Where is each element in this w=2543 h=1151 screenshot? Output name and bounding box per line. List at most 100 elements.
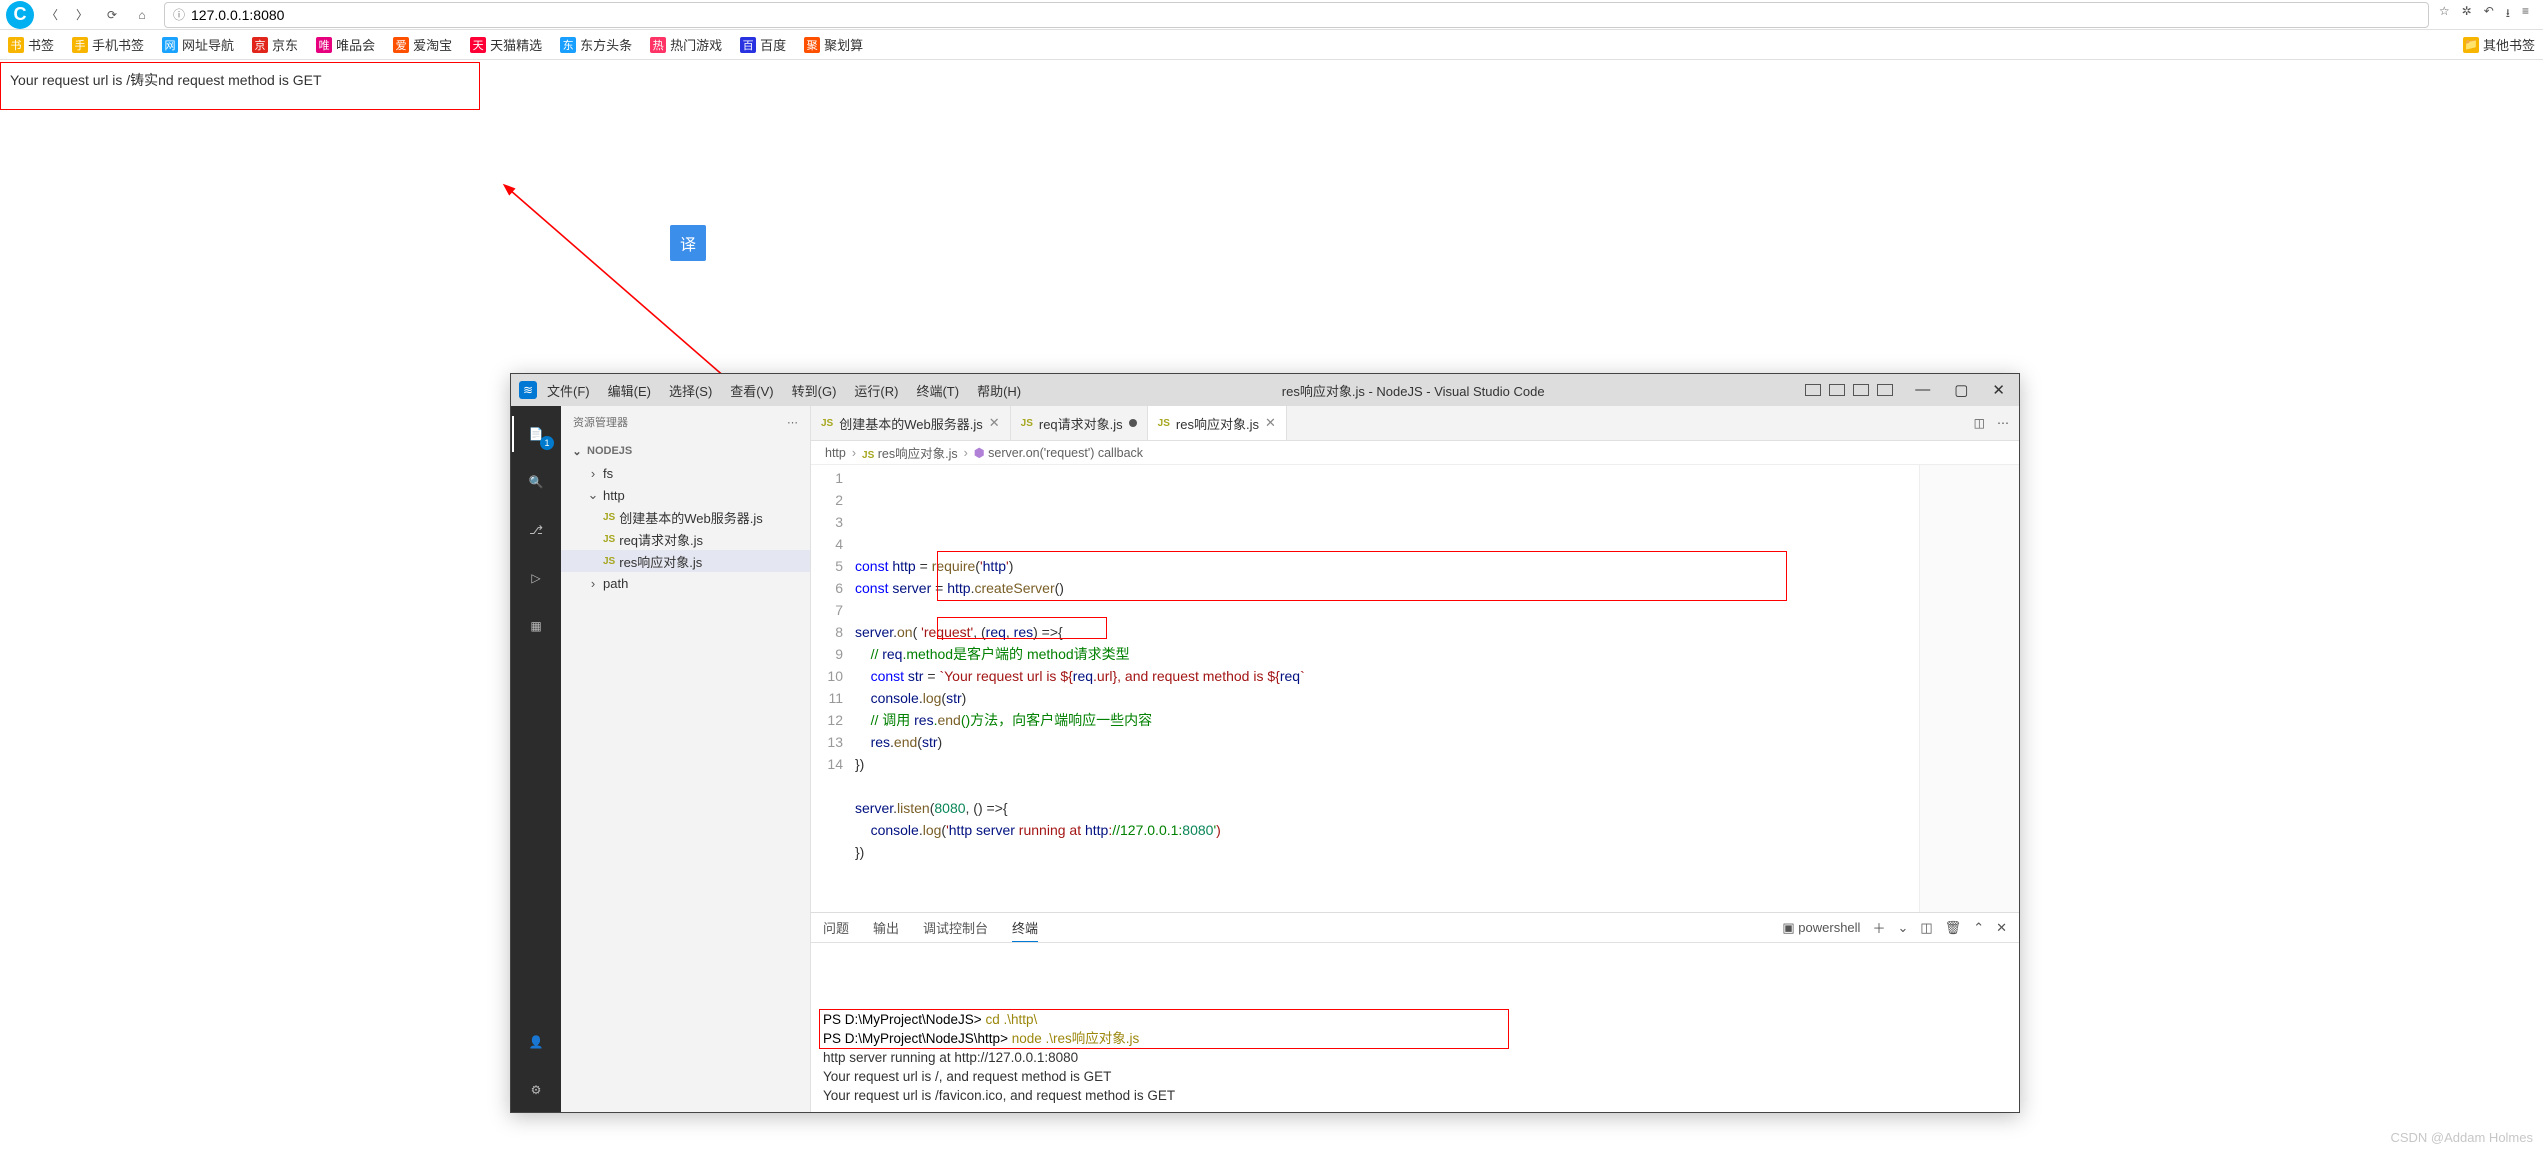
menu-item[interactable]: 帮助(H) (977, 381, 1021, 400)
code-lines[interactable]: const http = require('http')const server… (855, 465, 1919, 912)
source-control-icon[interactable]: ⎇ (512, 508, 560, 552)
settings-gear-icon[interactable]: ⚙ (512, 1068, 560, 1112)
chevron-down-icon[interactable]: ⌄ (1897, 920, 1908, 936)
menu-icon[interactable]: ≡ (2522, 4, 2529, 25)
minimize-button[interactable]: — (1909, 381, 1936, 399)
terminal-line: http server running at http://127.0.0.1:… (823, 1048, 2007, 1067)
toggle-panel-right-icon[interactable] (1853, 384, 1869, 396)
tree-root[interactable]: ⌄NODEJS (561, 440, 810, 462)
panel-tab[interactable]: 调试控制台 (923, 914, 988, 941)
maximize-button[interactable]: ▢ (1948, 381, 1974, 399)
bookmark-label: 天猫精选 (490, 35, 542, 54)
back-button[interactable]: 〈 (40, 3, 64, 27)
url-bar[interactable]: ⓘ (164, 2, 2429, 28)
shell-selector[interactable]: ▣ powershell (1782, 920, 1860, 936)
bookmark-item[interactable]: 热热门游戏 (650, 35, 722, 54)
code-line[interactable]: // 调用 res.end()方法，向客户端响应一些内容 (855, 709, 1919, 731)
tree-folder[interactable]: ›fs (561, 462, 810, 484)
bookmark-item[interactable]: 京京东 (252, 35, 298, 54)
split-editor-icon[interactable]: ◫ (1974, 416, 1985, 430)
toggle-panel-bottom-icon[interactable] (1829, 384, 1845, 396)
toggle-panel-left-icon[interactable] (1805, 384, 1821, 396)
translate-button[interactable]: 译 (670, 225, 706, 261)
bookmark-item[interactable]: 爱爱淘宝 (393, 35, 452, 54)
menu-item[interactable]: 查看(V) (730, 381, 773, 400)
more-icon[interactable]: ⋯ (787, 416, 798, 429)
reload-button[interactable]: ⟳ (100, 3, 124, 27)
bookmark-item[interactable]: 百百度 (740, 35, 786, 54)
code-line[interactable]: const str = `Your request url is ${req.u… (855, 665, 1919, 687)
panel-tab[interactable]: 终端 (1012, 914, 1038, 942)
run-debug-icon[interactable]: ▷ (512, 556, 560, 600)
menu-item[interactable]: 运行(R) (854, 381, 898, 400)
bookmark-item[interactable]: 唯唯品会 (316, 35, 375, 54)
code-line[interactable]: console.log('http server running at http… (855, 819, 1919, 841)
add-terminal-icon[interactable]: ＋ (1872, 918, 1885, 937)
menu-item[interactable]: 转到(G) (792, 381, 837, 400)
menu-item[interactable]: 文件(F) (547, 381, 590, 400)
shell-label: powershell (1798, 920, 1860, 935)
code-line[interactable]: // req.method是客户端的 method请求类型 (855, 643, 1919, 665)
bookmark-item[interactable]: 网网址导航 (162, 35, 234, 54)
bookmark-item[interactable]: 聚聚划算 (804, 35, 863, 54)
code-line[interactable]: server.listen(8080, () =>{ (855, 797, 1919, 819)
breadcrumb-item[interactable]: ⬢ server.on('request') callback (974, 445, 1143, 460)
editor-tab[interactable]: JSres响应对象.js✕ (1148, 406, 1287, 440)
star-icon[interactable]: ☆ (2439, 4, 2450, 25)
tree-folder[interactable]: ⌄http (561, 484, 810, 506)
chevron-up-icon[interactable]: ⌃ (1973, 920, 1984, 936)
split-terminal-icon[interactable]: ◫ (1920, 920, 1932, 936)
code-line[interactable]: res.end(str) (855, 731, 1919, 753)
bookmark-item[interactable]: 东东方头条 (560, 35, 632, 54)
trash-icon[interactable]: 🗑 (1945, 920, 1962, 936)
info-icon[interactable]: ⓘ (173, 6, 185, 23)
tree-folder[interactable]: ›path (561, 572, 810, 594)
undo-icon[interactable]: ↶ (2484, 4, 2494, 25)
search-icon[interactable]: 🔍 (512, 460, 560, 504)
breadcrumb-item[interactable]: http (825, 446, 846, 460)
other-bookmarks-folder[interactable]: 📁 其他书签 (2463, 35, 2535, 54)
customize-layout-icon[interactable] (1877, 384, 1893, 396)
tree-file[interactable]: JS res响应对象.js (561, 550, 810, 572)
code-line[interactable]: console.log(str) (855, 687, 1919, 709)
extensions-icon[interactable]: ✲ (2462, 4, 2472, 25)
account-icon[interactable]: 👤 (512, 1020, 560, 1064)
bookmark-favicon-icon: 唯 (316, 37, 332, 53)
close-tab-icon[interactable]: ✕ (1265, 415, 1276, 431)
panel-tab[interactable]: 输出 (873, 914, 899, 941)
editor-tab-actions: ◫ ⋯ (1974, 406, 2019, 440)
forward-button[interactable]: 〉 (70, 3, 94, 27)
bookmark-item[interactable]: 书书签 (8, 35, 54, 54)
breadcrumb-item[interactable]: JS res响应对象.js (862, 443, 958, 462)
extensions-icon[interactable]: ▦ (512, 604, 560, 648)
close-tab-icon[interactable]: ✕ (989, 415, 1000, 431)
js-file-icon: JS (603, 534, 615, 545)
more-actions-icon[interactable]: ⋯ (1997, 416, 2009, 430)
url-input[interactable] (191, 7, 2420, 23)
editor-tab[interactable]: JS创建基本的Web服务器.js✕ (811, 406, 1011, 440)
bookmark-item[interactable]: 手手机书签 (72, 35, 144, 54)
layout-toggles (1805, 384, 1893, 396)
panel-tab[interactable]: 问题 (823, 914, 849, 941)
code-line[interactable]: }) (855, 753, 1919, 775)
close-button[interactable]: ✕ (1986, 381, 2011, 399)
editor-tab[interactable]: JSreq请求对象.js (1011, 406, 1148, 440)
breadcrumb[interactable]: http›JS res响应对象.js›⬢ server.on('request'… (811, 441, 2019, 465)
menu-item[interactable]: 终端(T) (916, 381, 959, 400)
tree-file[interactable]: JS 创建基本的Web服务器.js (561, 506, 810, 528)
close-panel-icon[interactable]: ✕ (1996, 920, 2007, 936)
code-line[interactable]: }) (855, 841, 1919, 863)
download-icon[interactable]: ⭳ (2506, 4, 2510, 25)
code-line[interactable] (855, 775, 1919, 797)
explorer-icon[interactable]: 📄1 (512, 412, 560, 456)
home-button[interactable]: ⌂ (130, 3, 154, 27)
minimap[interactable] (1919, 465, 2019, 912)
code-editor[interactable]: 1234567891011121314 const http = require… (811, 465, 2019, 912)
bookmark-item[interactable]: 天天猫精选 (470, 35, 542, 54)
menu-item[interactable]: 编辑(E) (608, 381, 651, 400)
terminal[interactable]: PS D:\MyProject\NodeJS> cd .\http\PS D:\… (811, 943, 2019, 1112)
bookmark-favicon-icon: 网 (162, 37, 178, 53)
tree-file[interactable]: JS req请求对象.js (561, 528, 810, 550)
window-controls: — ▢ ✕ (1909, 381, 2011, 399)
menu-item[interactable]: 选择(S) (669, 381, 712, 400)
